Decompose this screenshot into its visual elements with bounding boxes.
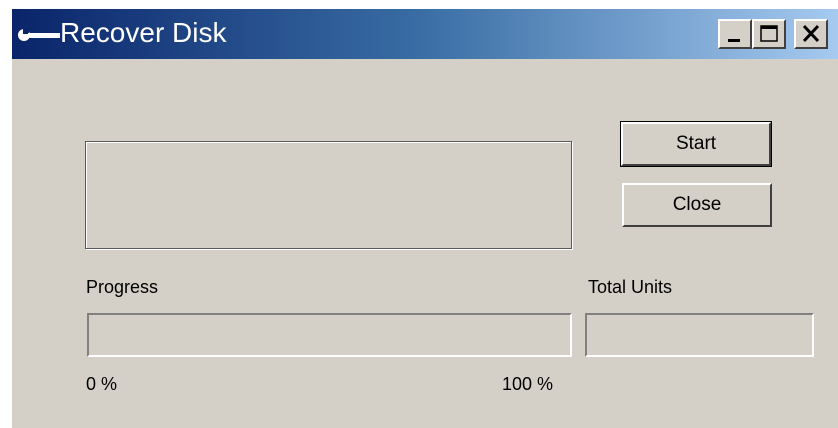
minimize-icon: [728, 39, 740, 42]
window-title: Recover Disk: [60, 17, 227, 48]
maximize-button[interactable]: [752, 19, 786, 49]
total-units-field: [585, 313, 814, 357]
close-icon: [802, 24, 820, 43]
status-display-panel: [85, 141, 572, 249]
wrench-icon: [18, 29, 60, 41]
progress-min-label: 0 %: [86, 374, 118, 394]
progress-max-label: 100 %: [502, 374, 554, 394]
recover-disk-window: Recover Disk Start Close Progress Total …: [10, 9, 838, 428]
title-bar[interactable]: Recover Disk: [12, 9, 838, 59]
close-window-button[interactable]: [794, 19, 828, 49]
progress-label: Progress: [86, 277, 159, 297]
total-units-label: Total Units: [588, 277, 673, 297]
maximize-icon: [760, 25, 778, 42]
start-button[interactable]: Start: [620, 121, 772, 167]
minimize-button[interactable]: [718, 19, 752, 49]
close-button[interactable]: Close: [622, 183, 772, 227]
progress-bar: [87, 313, 572, 357]
